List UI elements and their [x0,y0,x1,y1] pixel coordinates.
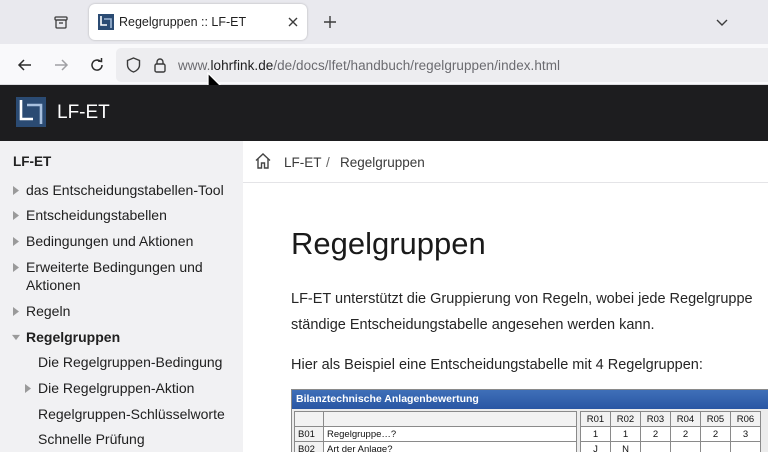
dt-header-blank-text [323,411,577,427]
intro-paragraph-line2: ständige Entscheidungstabelle angesehen … [291,317,655,333]
dt-cell-value: J [580,441,611,452]
breadcrumb-separator: / [326,155,330,170]
url-text[interactable]: www.lohrfink.de/de/docs/lfet/handbuch/re… [178,58,560,73]
home-icon[interactable] [254,152,272,170]
url-domain: lohrfink.de [210,58,274,73]
dt-row-text: Art der Anlage? [323,441,577,452]
sidebar-item-regeln[interactable]: Regeln [13,303,71,321]
sidebar-item-regelgruppen-bedingung[interactable]: Die Regelgruppen-Bedingung [38,354,222,372]
close-icon[interactable] [285,14,301,30]
site-logo-icon[interactable] [16,97,46,127]
dt-row-text: Regelgruppe…? [323,426,577,442]
back-arrow-icon[interactable] [14,54,36,76]
dt-cell-value [670,441,701,452]
sidebar-root-link[interactable]: LF-ET [13,154,51,169]
dt-rule-header: R05 [700,411,731,427]
lock-icon[interactable] [152,57,168,73]
dt-cell-value [700,441,731,452]
url-prefix: www. [178,58,211,73]
intro-paragraph-line1: LF-ET unterstützt die Gruppierung von Re… [291,291,753,307]
sidebar-item-label: Die Regelgruppen-Aktion [38,380,195,396]
browser-tab-active[interactable]: Regelgruppen :: LF-ET [89,4,307,40]
breadcrumb-current: Regelgruppen [340,155,425,170]
dt-rule-header: R03 [640,411,671,427]
dt-cell-value [640,441,671,452]
sidebar-item-label: Regelgruppen [26,329,121,345]
dt-row-id: B02 [294,441,324,452]
dt-rule-header: R02 [610,411,641,427]
decision-table-grid: R01 R02 R03 R04 R05 R06 B01 Regelgruppe…… [294,411,768,452]
sidebar-item-label: Regelgruppen-Schlüsselworte [38,406,225,422]
decision-table-title: Bilanztechnische Anlagenbewertung [292,390,768,409]
sidebar-item-regelgruppen[interactable]: Regelgruppen [12,329,121,347]
sidebar-item-label: Schnelle Prüfung [38,431,145,447]
sidebar-item-regelgruppen-aktion[interactable]: Die Regelgruppen-Aktion [25,380,195,398]
chevron-right-icon[interactable] [12,307,20,316]
dt-rule-header: R04 [670,411,701,427]
reload-icon[interactable] [86,54,108,76]
browser-navigation-bar: www.lohrfink.de/de/docs/lfet/handbuch/re… [0,44,768,85]
chevron-right-icon[interactable] [12,211,20,220]
dt-cell-value: 2 [670,426,701,442]
dt-cell-value: 2 [700,426,731,442]
breadcrumb-link-lf-et[interactable]: LF-ET [284,155,322,170]
chevron-right-icon[interactable] [12,263,20,272]
chevron-down-icon[interactable] [712,12,732,32]
chevron-right-icon[interactable] [12,186,20,195]
site-header: LF-ET [0,85,768,141]
browser-tab-strip: Regelgruppen :: LF-ET [0,0,768,44]
dt-cell-value: 2 [640,426,671,442]
sidebar-item-label: Die Regelgruppen-Bedingung [38,354,223,370]
dt-header-blank [294,411,324,427]
chevron-right-icon[interactable] [12,237,20,246]
shield-icon[interactable] [125,57,141,73]
chevron-right-icon[interactable] [24,384,32,393]
url-path: /de/docs/lfet/handbuch/regelgruppen/inde… [273,58,561,73]
sidebar-item-label: Regeln [26,303,71,319]
plus-icon[interactable] [320,12,340,32]
tab-title: Regelgruppen :: LF-ET [119,15,247,29]
sidebar-item-label-line2: Aktionen [26,276,81,293]
decision-table-image: Bilanztechnische Anlagenbewertung R01 R0… [291,389,768,452]
dt-cell-value: 3 [730,426,761,442]
sidebar-item-bedingungen-und-aktionen[interactable]: Bedingungen und Aktionen [13,233,194,251]
chevron-down-icon[interactable] [12,333,20,342]
forward-arrow-icon[interactable] [50,54,72,76]
sidebar-item-erweiterte-bedingungen[interactable]: Erweiterte Bedingungen und Aktionen [13,259,203,294]
dt-rule-header: R06 [730,411,761,427]
dt-cell-value: N [610,441,641,452]
sidebar-item-label: das Entscheidungstabellen-Tool [26,182,224,198]
dt-cell-value [730,441,761,452]
sidebar-item-entscheidungstabellen[interactable]: Entscheidungstabellen [13,207,167,225]
dt-rule-header: R01 [580,411,611,427]
main-content: LF-ET / Regelgruppen Regelgruppen LF-ET … [243,141,768,452]
tab-list-icon[interactable] [48,9,74,35]
breadcrumb: LF-ET / Regelgruppen [243,141,768,183]
example-paragraph: Hier als Beispiel eine Entscheidungstabe… [291,357,703,373]
sidebar-item-label: Bedingungen und Aktionen [26,233,194,249]
sidebar-item-regelgruppen-schluesselworte[interactable]: Regelgruppen-Schlüsselworte [38,406,225,424]
dt-cell-value: 1 [580,426,611,442]
dt-cell-value: 1 [610,426,641,442]
sidebar-item-schnelle-pruefung[interactable]: Schnelle Prüfung [38,431,145,449]
sidebar-navigation: LF-ET das Entscheidungstabellen-Tool Ent… [0,141,243,452]
sidebar-item-label: Entscheidungstabellen [26,207,167,223]
sidebar-item-label: Erweiterte Bedingungen und [26,259,203,275]
dt-row-id: B01 [294,426,324,442]
page-title: Regelgruppen [291,226,486,261]
favicon [98,14,114,30]
site-name[interactable]: LF-ET [57,102,110,124]
sidebar-item-entscheidungstabellen-tool[interactable]: das Entscheidungstabellen-Tool [13,182,224,200]
